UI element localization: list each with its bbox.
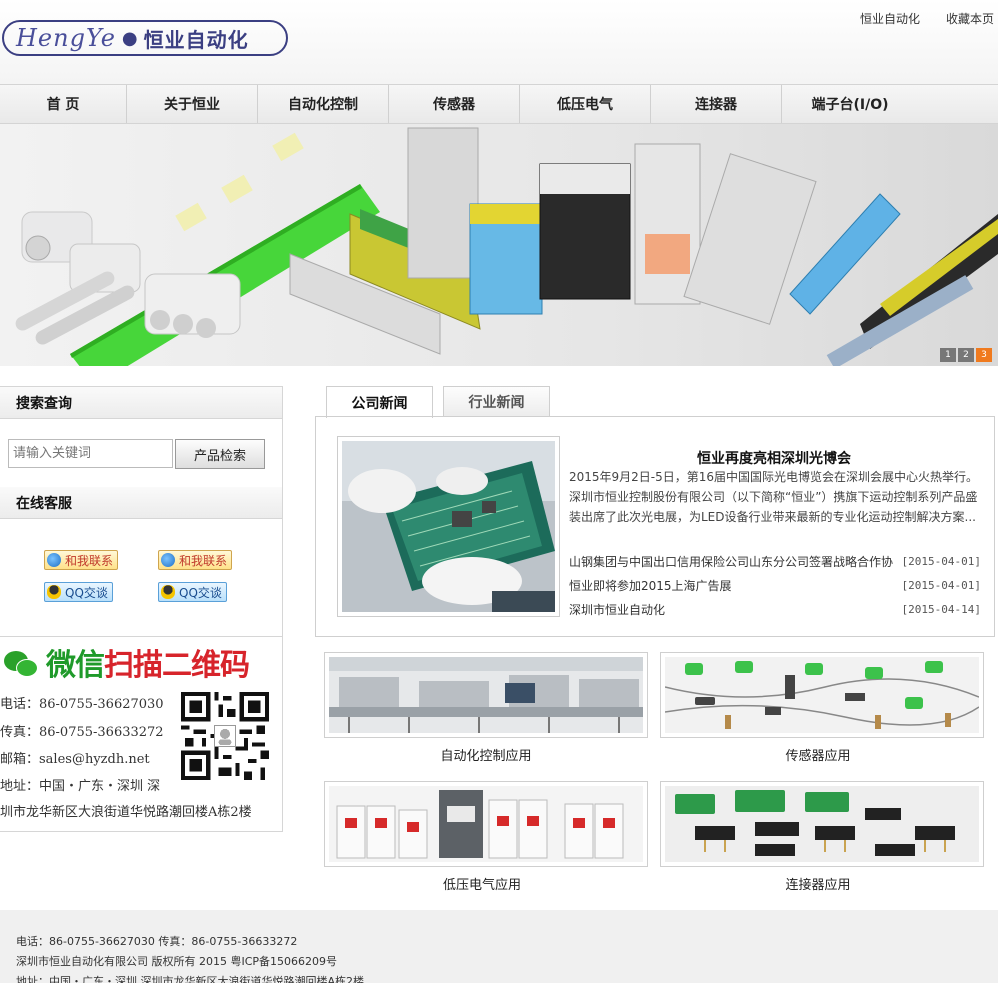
banner-page-2[interactable]: 2: [958, 348, 974, 362]
product-image-automation[interactable]: [324, 652, 648, 738]
qq-chat-label: QQ交谈: [179, 585, 222, 600]
nav-item-low-voltage[interactable]: 低压电气: [520, 85, 651, 123]
qq-penguin-icon: [47, 585, 61, 599]
news-item-title[interactable]: 山钢集团与中国出口信用保险公司山东分公司签署战略合作协: [569, 553, 893, 570]
banner-pager: 1 2 3: [940, 348, 992, 362]
tab-industry-news[interactable]: 行业新闻: [443, 386, 550, 417]
featured-news-image[interactable]: [337, 436, 560, 617]
wechat-slogan: 微信扫描二维码: [46, 648, 250, 683]
product-image-connectors[interactable]: [660, 781, 984, 867]
product-caption-automation[interactable]: 自动化控制应用: [324, 745, 648, 764]
nav-item-connectors[interactable]: 连接器: [651, 85, 782, 123]
footer-contact: 电话：86-0755-36627030 传真：86-0755-36633272: [16, 935, 298, 948]
qq-chat-label: QQ交谈: [65, 585, 108, 600]
nav-item-terminal-blocks[interactable]: 端子台(I/O): [782, 85, 918, 123]
search-title: 搜索查询: [0, 387, 282, 419]
phone-text: 电话：86-0755-36627030: [0, 697, 164, 712]
qq-chat-button-2[interactable]: QQ交谈: [158, 582, 227, 602]
news-item-date: [2015-04-01]: [901, 578, 981, 592]
news-item[interactable]: 深圳市恒业自动化 [2015-04-14]: [569, 597, 981, 621]
main-nav: 首 页 关于恒业 自动化控制 传感器 低压电气 连接器 端子台(I/O): [0, 84, 998, 124]
site-header: HengYe ● 恒业自动化 恒业自动化 收藏本页: [0, 0, 998, 84]
contact-me-label: 和我联系: [179, 553, 228, 568]
product-caption-connectors[interactable]: 连接器应用: [656, 874, 980, 893]
product-search-button[interactable]: 产品检索: [175, 439, 265, 469]
sensors-photo: [665, 657, 979, 733]
banner-page-3[interactable]: 3: [976, 348, 992, 362]
site-footer: 电话：86-0755-36627030 传真：86-0755-36633272 …: [0, 910, 998, 983]
qq-chat-button-1[interactable]: QQ交谈: [44, 582, 113, 602]
featured-news-summary: 2015年9月2日-5日，第16届中国国际光电博览会在深圳会展中心火热举行。深圳…: [569, 470, 979, 524]
footer-address: 地址：中国・广东・深圳 深圳市龙华新区大浪街道华悦路潮回楼A栋2楼: [16, 975, 365, 983]
news-item-title[interactable]: 恒业即将参加2015上海广告展: [569, 577, 732, 594]
banner-product-image: [15, 127, 998, 366]
news-list: 山钢集团与中国出口信用保险公司山东分公司签署战略合作协 [2015-04-01]…: [569, 549, 981, 621]
email-text: 邮箱：sales@hyzdh.net: [0, 752, 150, 767]
qq-penguin-icon: [161, 585, 175, 599]
contact-me-button-2[interactable]: 和我联系: [158, 550, 233, 570]
connectors-photo: [665, 786, 979, 862]
nav-item-about[interactable]: 关于恒业: [127, 85, 258, 123]
search-input[interactable]: [8, 439, 173, 468]
sidebar: 搜索查询 产品检索 在线客服 和我联系 和我联系 QQ交谈 QQ交谈 微信扫描二…: [0, 386, 283, 832]
wechat-contact-area: 微信扫描二维码 电话：86-0755-36627030 传真：86-0755-3…: [0, 637, 282, 831]
wechat-scan-banner: 微信扫描二维码: [0, 641, 260, 683]
chat-icon: [47, 553, 61, 567]
fax-text: 传真：86-0755-36633272: [0, 725, 164, 740]
customer-service-area: 和我联系 和我联系 QQ交谈 QQ交谈: [0, 519, 282, 637]
product-caption-low-voltage[interactable]: 低压电气应用: [320, 874, 644, 893]
chat-icon: [161, 553, 175, 567]
news-tabs: 公司新闻 行业新闻: [326, 386, 550, 418]
site-logo[interactable]: HengYe ● 恒业自动化: [2, 20, 288, 56]
address-text-2: 圳市龙华新区大浪街道华悦路潮回楼A栋2楼: [0, 805, 252, 820]
logo-english: HengYe: [16, 24, 116, 52]
news-item[interactable]: 恒业即将参加2015上海广告展 [2015-04-01]: [569, 573, 981, 597]
bookmark-link[interactable]: 收藏本页: [946, 10, 994, 27]
circuit-breakers-photo: [329, 786, 643, 862]
logo-chinese: 恒业自动化: [143, 27, 249, 52]
footer-copyright: 深圳市恒业自动化有限公司 版权所有 2015 粤ICP备15066209号: [16, 955, 338, 968]
top-links: 恒业自动化 收藏本页: [860, 10, 994, 27]
banner-page-1[interactable]: 1: [940, 348, 956, 362]
contact-me-label: 和我联系: [65, 553, 114, 568]
wechat-icon: [4, 647, 40, 677]
news-panel: 恒业再度亮相深圳光博会 2015年9月2日-5日，第16届中国国际光电博览会在深…: [315, 416, 995, 637]
news-item-title[interactable]: 深圳市恒业自动化: [569, 601, 665, 618]
hero-banner[interactable]: 1 2 3: [0, 124, 998, 366]
nav-item-automation[interactable]: 自动化控制: [258, 85, 389, 123]
home-link[interactable]: 恒业自动化: [860, 10, 920, 27]
service-title: 在线客服: [0, 487, 282, 519]
news-item-date: [2015-04-14]: [901, 602, 981, 616]
address-text-1: 地址：中国・广东・深圳 深: [0, 779, 161, 794]
automation-line-photo: [329, 657, 643, 733]
news-item-date: [2015-04-01]: [901, 554, 981, 568]
wechat-qr-code: [181, 692, 269, 780]
pcb-inspection-photo: [342, 441, 555, 612]
product-image-low-voltage[interactable]: [324, 781, 648, 867]
search-area: 产品检索: [0, 419, 282, 487]
featured-news-title[interactable]: 恒业再度亮相深圳光博会: [576, 448, 972, 468]
logo-separator-dot: ●: [121, 27, 138, 49]
tab-company-news[interactable]: 公司新闻: [326, 386, 433, 418]
product-caption-sensors[interactable]: 传感器应用: [656, 745, 980, 764]
contact-me-button-1[interactable]: 和我联系: [44, 550, 119, 570]
nav-item-sensors[interactable]: 传感器: [389, 85, 520, 123]
nav-item-home[interactable]: 首 页: [0, 85, 127, 123]
news-item[interactable]: 山钢集团与中国出口信用保险公司山东分公司签署战略合作协 [2015-04-01]: [569, 549, 981, 573]
product-image-sensors[interactable]: [660, 652, 984, 738]
